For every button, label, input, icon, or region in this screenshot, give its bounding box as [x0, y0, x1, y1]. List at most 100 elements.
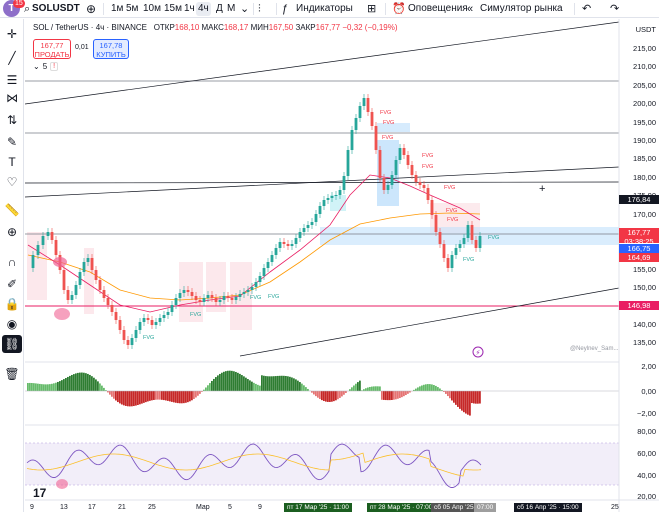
chevron-down-icon[interactable]: ⌄: [240, 2, 249, 16]
fib-retracement-icon[interactable]: ☰: [2, 71, 22, 89]
candle: [198, 300, 202, 302]
zoom-in-icon[interactable]: ⊕: [2, 223, 22, 241]
oscillator-bar: [191, 391, 193, 401]
trash-icon[interactable]: 🗑: [2, 365, 22, 383]
link-icon[interactable]: ⛓: [2, 335, 22, 353]
oscillator-bar: [139, 391, 141, 405]
oscillator-bar: [59, 381, 61, 391]
search-icon[interactable]: ⌕: [24, 2, 30, 16]
timeframe-15m[interactable]: 15м: [162, 2, 184, 16]
lock-icon[interactable]: 🔒: [2, 295, 22, 313]
oscillator-bar: [41, 384, 43, 391]
candle: [382, 178, 386, 190]
symbol-search[interactable]: SOLUSDT: [32, 2, 80, 16]
candle: [98, 280, 102, 290]
alerts-button[interactable]: Оповещения: [408, 2, 468, 16]
oscillator-bar: [287, 376, 289, 391]
oscillator-axis-label: 2,00: [641, 362, 656, 371]
oscillator-bar: [137, 391, 139, 405]
candle: [222, 296, 226, 300]
fvg-label: FVG: [268, 294, 279, 300]
last-price: 167,77: [627, 228, 651, 237]
eye-icon[interactable]: ◉: [2, 315, 22, 333]
replay-icon[interactable]: «: [467, 2, 473, 16]
timeframe-day[interactable]: Д: [214, 2, 225, 16]
oscillator-bar: [283, 375, 285, 391]
timeframe-month[interactable]: М: [225, 2, 237, 16]
oscillator-bar: [119, 391, 121, 404]
oscillator-bar: [45, 384, 47, 391]
candle: [434, 215, 438, 232]
candle: [386, 185, 390, 190]
compare-add-icon[interactable]: ⊕: [86, 2, 96, 16]
oscillator-bar: [269, 376, 271, 391]
candle: [66, 290, 70, 300]
oscillator-bar: [431, 384, 433, 391]
currency-label[interactable]: USDT: [636, 25, 656, 34]
pattern-icon[interactable]: ⋈: [2, 89, 22, 107]
oscillator-bar: [457, 391, 459, 407]
signal-marker: [54, 308, 70, 320]
timeframe-1m[interactable]: 1м: [109, 2, 125, 16]
oscillator-bar: [423, 384, 425, 391]
indicators-icon[interactable]: ƒ: [282, 2, 288, 16]
redo-icon[interactable]: ↷: [610, 2, 619, 16]
price-tag-low: 164,69: [619, 253, 659, 262]
text-icon[interactable]: T: [2, 153, 22, 171]
open-value: 168,10: [174, 23, 200, 32]
drawing-toolbar: ✛ ╱ ☰ ⋈ ⇅ ✎ T ♡ 📏 ⊕ ∩ ✐ 🔒 ◉ ⛓ 🗑: [0, 19, 24, 512]
brush-icon[interactable]: ✎: [2, 133, 22, 151]
crosshair-icon[interactable]: ✛: [2, 25, 22, 43]
oscillator-bar: [399, 391, 401, 399]
oscillator-bar: [255, 383, 257, 391]
magnet-icon[interactable]: ∩: [2, 253, 22, 271]
undo-icon[interactable]: ↶: [582, 2, 591, 16]
replay-button[interactable]: Симулятор рынка: [480, 2, 563, 16]
fvg-label: FVG: [380, 110, 391, 116]
oscillator-bar: [333, 391, 335, 402]
timeframe-5m[interactable]: 5м: [124, 2, 140, 16]
bar-type-icon[interactable]: ⫶: [258, 2, 261, 16]
oscillator-bar: [263, 375, 265, 391]
price-axis-label: 205,00: [633, 80, 656, 90]
rsi-axis-label: 60,00: [637, 449, 656, 458]
indicators-toggle[interactable]: ⌄ 5 !: [33, 62, 59, 71]
timeframe-4h[interactable]: 4ч: [196, 2, 211, 16]
oscillator-bar: [351, 387, 353, 391]
candle: [470, 225, 474, 240]
oscillator-bar: [317, 391, 319, 398]
timeframe-10m[interactable]: 10м: [141, 2, 163, 16]
candle: [422, 185, 426, 188]
oscillator-bar: [155, 391, 157, 400]
candle: [270, 255, 274, 262]
oscillator-bar: [49, 384, 51, 391]
oscillator-bar: [241, 375, 243, 391]
oscillator-bar: [113, 391, 115, 399]
oscillator-bar: [159, 391, 161, 400]
oscillator-bar: [123, 391, 125, 406]
trend-line-icon[interactable]: ╱: [2, 49, 22, 67]
chart-canvas[interactable]: FVG FVG FVG FVG FVG FVG FVG FVG FVG FVG FVG FVG FVG F…: [25, 19, 659, 512]
candle: [402, 148, 406, 155]
buy-button[interactable]: 167,78 КУПИТЬ: [93, 39, 129, 59]
oscillator-bar: [279, 375, 281, 391]
prediction-icon[interactable]: ⇅: [2, 111, 22, 129]
oscillator-bar: [349, 389, 351, 391]
sell-price: 167,77: [40, 41, 64, 50]
candle: [366, 98, 370, 112]
alarm-icon[interactable]: ⏰: [392, 2, 406, 16]
oscillator-bar: [69, 375, 71, 391]
lock-drawing-icon[interactable]: ✐: [2, 275, 22, 293]
candle: [282, 242, 286, 244]
heart-icon[interactable]: ♡: [2, 173, 22, 191]
templates-icon[interactable]: ⊞: [367, 2, 376, 16]
timeframe-1h[interactable]: 1ч: [182, 2, 197, 16]
alert-indicator-icon[interactable]: !: [50, 62, 59, 71]
oscillator-bar: [181, 391, 183, 404]
indicators-button[interactable]: Индикаторы: [296, 2, 353, 16]
oscillator-bar: [417, 387, 419, 391]
candle: [346, 150, 350, 176]
oscillator-bar: [379, 386, 381, 391]
ruler-icon[interactable]: 📏: [2, 201, 22, 219]
sell-button[interactable]: 167,77 ПРОДАТЬ: [33, 39, 71, 59]
